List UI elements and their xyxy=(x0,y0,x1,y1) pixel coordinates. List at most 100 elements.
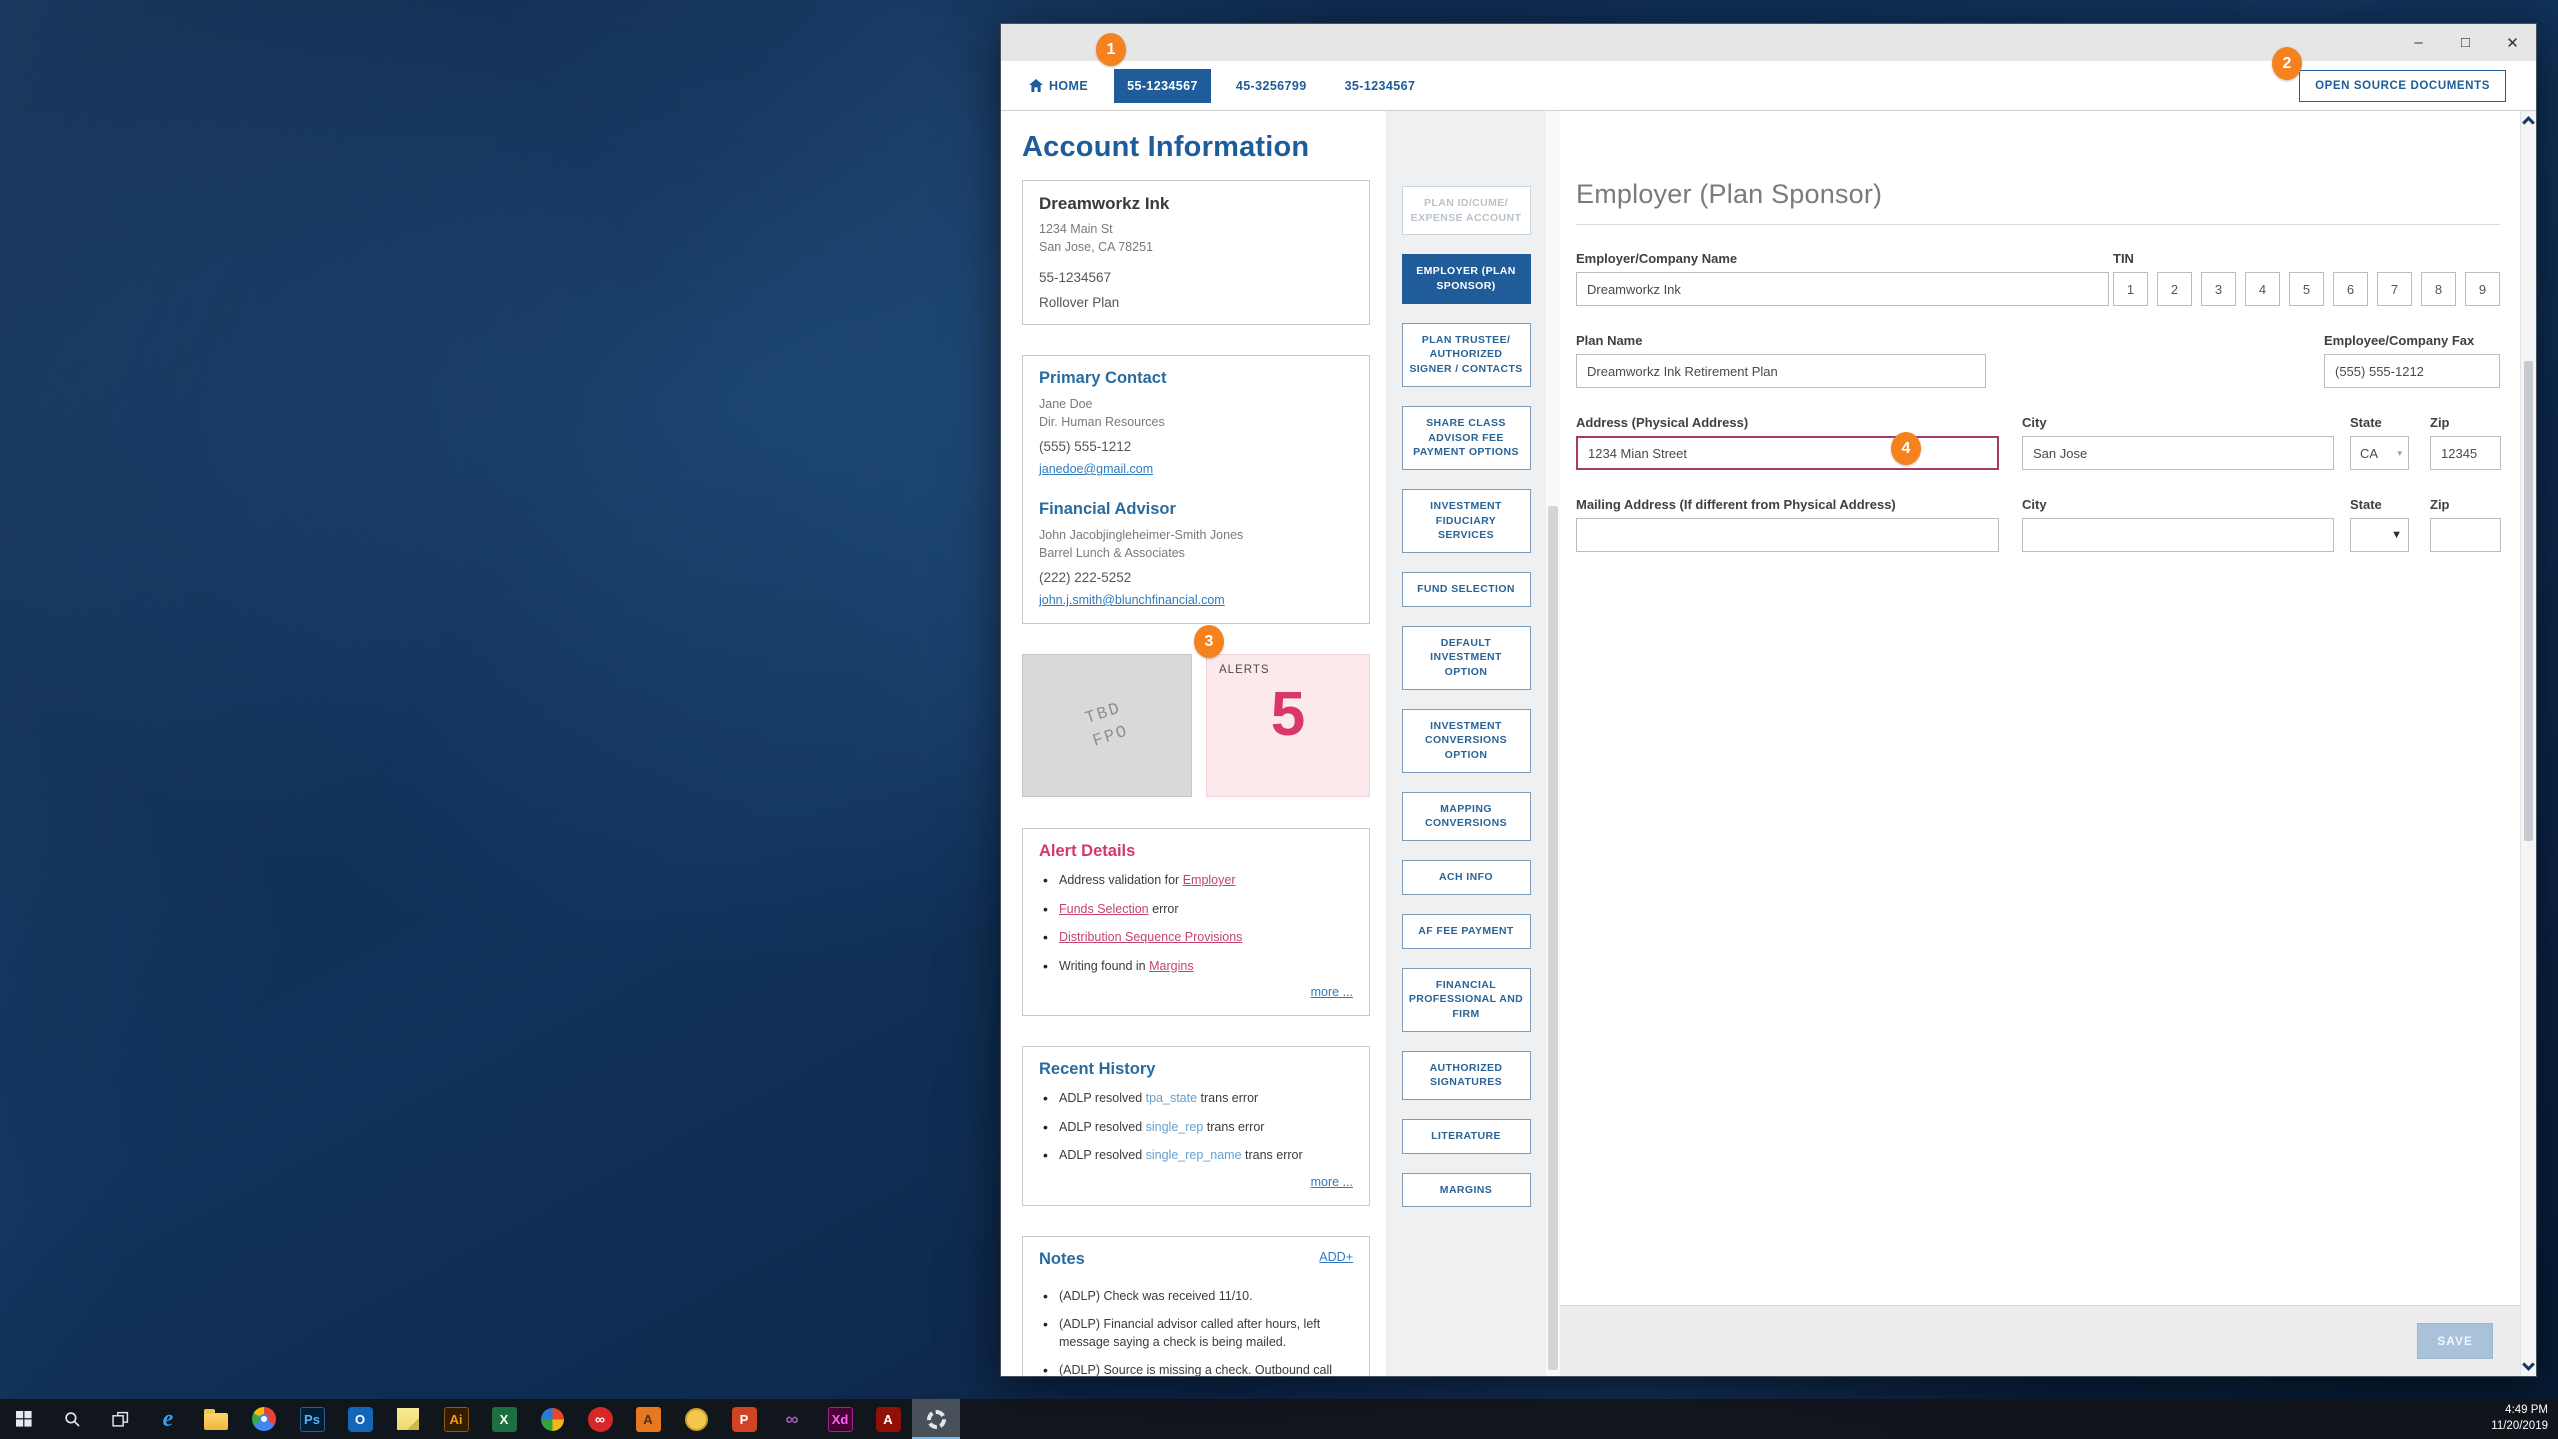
annotation-badge-3: 3 xyxy=(1194,625,1224,658)
primary-contact-heading: Primary Contact xyxy=(1039,369,1167,387)
panel-scrollbar[interactable] xyxy=(1546,111,1560,1376)
home-link[interactable]: HOME xyxy=(1029,79,1088,93)
tbd-placeholder-text: TBD FPO xyxy=(1082,697,1132,754)
scroll-down-icon[interactable] xyxy=(2522,1358,2535,1371)
section-nav-investment-conversions-option[interactable]: INVESTMENT CONVERSIONS OPTION xyxy=(1401,708,1531,773)
tab-account-55-1234567[interactable]: 55-1234567 xyxy=(1114,68,1211,103)
tin-digit-input[interactable] xyxy=(2465,272,2500,306)
powerpoint-icon[interactable]: P xyxy=(720,1399,768,1439)
tin-digit-input[interactable] xyxy=(2333,272,2368,306)
contacts-card: Primary Contact Jane Doe Dir. Human Reso… xyxy=(1022,355,1370,624)
scroll-up-icon[interactable] xyxy=(2522,116,2535,129)
mailing-zip-input[interactable] xyxy=(2430,518,2501,552)
state-select[interactable]: CA ▾ xyxy=(2350,436,2409,470)
window-titlebar: – □ ✕ xyxy=(1001,24,2536,61)
notes-add-link[interactable]: ADD+ xyxy=(1319,1250,1353,1264)
chrome-icon[interactable] xyxy=(240,1399,288,1439)
financial-advisor-email-link[interactable]: john.j.smith@blunchfinancial.com xyxy=(1039,593,1225,607)
fax-input[interactable] xyxy=(2324,354,2500,388)
note-item: (ADLP) Source is missing a check. Outbou… xyxy=(1039,1361,1353,1376)
settings-icon[interactable] xyxy=(912,1399,960,1439)
section-nav-margins[interactable]: MARGINS xyxy=(1401,1172,1531,1208)
plan-name-input[interactable] xyxy=(1576,354,1986,388)
company-address-line2: San Jose, CA 78251 xyxy=(1039,239,1153,254)
taskbar-clock[interactable]: 4:49 PM 11/20/2019 xyxy=(2491,1403,2558,1434)
tab-account-45-3256799[interactable]: 45-3256799 xyxy=(1223,69,1320,103)
section-nav-ach-info[interactable]: ACH INFO xyxy=(1401,860,1531,895)
mailing-city-label: City xyxy=(2022,497,2047,512)
section-nav-plan-trustee-authorized-signer-contacts[interactable]: PLAN TRUSTEE/ AUTHORIZED SIGNER / CONTAC… xyxy=(1401,322,1531,387)
creative-cloud-icon[interactable]: ∞ xyxy=(576,1399,624,1439)
illustrator-icon[interactable]: Ai xyxy=(432,1399,480,1439)
panel-scrollbar-thumb[interactable] xyxy=(1548,506,1558,1370)
task-view-icon[interactable] xyxy=(96,1399,144,1439)
section-nav-share-class-advisor-fee-payment-options[interactable]: SHARE CLASS ADVISOR FEE PAYMENT OPTIONS xyxy=(1401,405,1531,470)
history-item: ADLP resolved single_rep_name trans erro… xyxy=(1039,1146,1353,1165)
tin-digit-input[interactable] xyxy=(2113,272,2148,306)
office-icon[interactable] xyxy=(528,1399,576,1439)
account-number: 55-1234567 xyxy=(1039,270,1112,285)
address-input[interactable] xyxy=(1576,436,1999,470)
orange-app-icon[interactable]: A xyxy=(624,1399,672,1439)
alerts-label: ALERTS xyxy=(1219,664,1270,676)
home-icon xyxy=(1029,79,1043,92)
mailing-state-select[interactable]: ▼ xyxy=(2350,518,2409,552)
alert-link-funds-selection[interactable]: Funds Selection xyxy=(1059,902,1149,916)
section-nav-employer-plan-sponsor[interactable]: EMPLOYER (PLAN SPONSOR) xyxy=(1401,254,1531,304)
tin-digit-input[interactable] xyxy=(2201,272,2236,306)
tin-digit-input[interactable] xyxy=(2421,272,2456,306)
alert-link-margins[interactable]: Margins xyxy=(1149,959,1193,973)
section-nav-af-fee-payment[interactable]: AF FEE PAYMENT xyxy=(1401,913,1531,949)
search-icon[interactable] xyxy=(48,1399,96,1439)
zip-input[interactable] xyxy=(2430,436,2501,470)
photoshop-icon[interactable]: Ps xyxy=(288,1399,336,1439)
acrobat-icon[interactable]: A xyxy=(864,1399,912,1439)
taskbar: e Ps O Ai X ∞ A P ∞ Xd A 4:49 PM 11/20/2… xyxy=(0,1399,2558,1439)
minimize-icon[interactable]: – xyxy=(2395,24,2442,61)
tin-digit-input[interactable] xyxy=(2377,272,2412,306)
maximize-icon[interactable]: □ xyxy=(2442,24,2489,61)
tab-account-35-1234567[interactable]: 35-1234567 xyxy=(1332,69,1429,103)
section-nav-authorized-signatures[interactable]: AUTHORIZED SIGNATURES xyxy=(1401,1050,1531,1100)
mailing-state-label: State xyxy=(2350,497,2382,512)
alert-details-more-link[interactable]: more ... xyxy=(1311,985,1353,999)
sticky-notes-icon[interactable] xyxy=(384,1399,432,1439)
outlook-icon[interactable]: O xyxy=(336,1399,384,1439)
employer-name-label: Employer/Company Name xyxy=(1576,251,1738,266)
adobe-xd-icon[interactable]: Xd xyxy=(816,1399,864,1439)
tin-digit-input[interactable] xyxy=(2289,272,2324,306)
mailing-address-input[interactable] xyxy=(1576,518,1999,552)
section-nav-default-investment-option[interactable]: DEFAULT INVESTMENT OPTION xyxy=(1401,625,1531,690)
alerts-box[interactable]: ALERTS 5 xyxy=(1206,654,1370,797)
section-nav-mapping-conversions[interactable]: MAPPING CONVERSIONS xyxy=(1401,791,1531,842)
save-button[interactable]: SAVE xyxy=(2417,1323,2493,1359)
recent-history-more-link[interactable]: more ... xyxy=(1311,1175,1353,1189)
plan-type: Rollover Plan xyxy=(1039,295,1120,310)
city-input[interactable] xyxy=(2022,436,2334,470)
open-source-documents-button[interactable]: OPEN SOURCE DOCUMENTS xyxy=(2299,70,2506,102)
visual-studio-icon[interactable]: ∞ xyxy=(768,1399,816,1439)
primary-contact-title: Dir. Human Resources xyxy=(1039,414,1165,429)
employer-name-input[interactable] xyxy=(1576,272,2109,306)
section-nav-literature[interactable]: LITERATURE xyxy=(1401,1118,1531,1154)
tin-digit-input[interactable] xyxy=(2157,272,2192,306)
section-nav-plan-id-cume-expense-account[interactable]: PLAN ID/CUME/ EXPENSE ACCOUNT xyxy=(1401,186,1531,236)
section-nav-fund-selection[interactable]: FUND SELECTION xyxy=(1401,571,1531,607)
notes-heading: Notes xyxy=(1039,1249,1085,1268)
file-explorer-icon[interactable] xyxy=(192,1399,240,1439)
window-scrollbar[interactable] xyxy=(2520,111,2536,1376)
excel-icon[interactable]: X xyxy=(480,1399,528,1439)
window-scrollbar-thumb[interactable] xyxy=(2524,361,2533,841)
close-icon[interactable]: ✕ xyxy=(2489,24,2536,61)
yellow-app-icon[interactable] xyxy=(672,1399,720,1439)
tin-digit-input[interactable] xyxy=(2245,272,2280,306)
start-icon[interactable] xyxy=(0,1399,48,1439)
primary-contact-email-link[interactable]: janedoe@gmail.com xyxy=(1039,462,1153,476)
section-nav-financial-professional-and-firm[interactable]: FINANCIAL PROFESSIONAL AND FIRM xyxy=(1401,967,1531,1032)
mailing-city-input[interactable] xyxy=(2022,518,2334,552)
section-nav-investment-fiduciary-services[interactable]: INVESTMENT FIDUCIARY SERVICES xyxy=(1401,488,1531,553)
address-label: Address (Physical Address) xyxy=(1576,415,1749,430)
alert-link-employer[interactable]: Employer xyxy=(1183,873,1236,887)
edge-icon[interactable]: e xyxy=(144,1399,192,1439)
alert-link-distribution-sequence[interactable]: Distribution Sequence Provisions xyxy=(1059,930,1242,944)
